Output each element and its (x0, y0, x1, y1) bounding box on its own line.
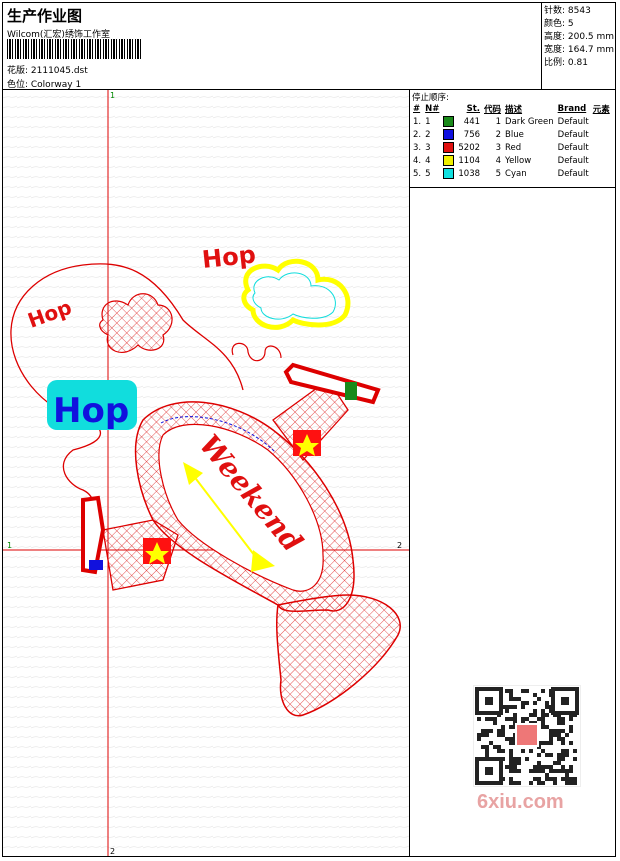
cell-n: 2 (425, 129, 431, 140)
color-swatch (443, 116, 455, 127)
table-row: 1. 1 441 1 Dark Green Default (411, 115, 612, 128)
colorway: 色位: Colorway 1 (7, 80, 82, 90)
stat-colors: 颜色: 5 (544, 19, 574, 29)
cell-element (591, 167, 612, 180)
cell-desc: Red (505, 142, 522, 153)
cell-n: 4 (425, 155, 431, 166)
table-row: 2. 2 756 2 Blue Default (411, 128, 612, 141)
axis-label-top: 1 (110, 91, 115, 100)
cell-element (591, 141, 612, 154)
cell-swatch (441, 167, 456, 180)
design-canvas: 1 2 1 2 Hop Hop Hop Weekend (3, 90, 410, 856)
col-element: 元素 (592, 104, 610, 115)
sheet-header: 生产作业图 Wilcom(汇宏)绣饰工作室 花版: 2111045.dst 色位… (3, 3, 615, 90)
design-stats: 针数: 8543 颜色: 5 高度: 200.5 mm 宽度: 164.7 mm… (541, 3, 615, 89)
cell-element (591, 154, 612, 167)
cell-code: 1 (495, 116, 502, 127)
table-row: 4. 4 1104 4 Yellow Default (411, 154, 612, 167)
table-row: 5. 5 1038 5 Cyan Default (411, 167, 612, 180)
color-swatch (443, 129, 455, 140)
cell-num: 3. (413, 142, 422, 153)
col-n: N# (425, 103, 440, 114)
axis-label-bottom: 2 (110, 847, 115, 856)
axis-label-left: 1 (7, 541, 12, 550)
cell-n: 1 (425, 116, 431, 127)
cell-swatch (441, 154, 456, 167)
hop-text-top: Hop (201, 241, 257, 274)
cell-element (591, 128, 612, 141)
cell-brand: Default (557, 168, 589, 179)
cell-code: 2 (495, 129, 502, 140)
cell-code: 5 (495, 168, 502, 179)
color-swatch (443, 155, 455, 166)
cell-brand: Default (557, 129, 589, 140)
cell-code: 4 (495, 155, 502, 166)
col-st: St. (466, 103, 481, 114)
cell-swatch (441, 115, 456, 128)
watermark-logo: 6xiu.com (477, 791, 564, 813)
cell-st: 5202 (458, 142, 481, 153)
cell-st: 1104 (458, 155, 481, 166)
col-code: 代码 (484, 104, 502, 115)
stop-sequence-table: # N# St. 代码 描述 Brand 元素 1. 1 441 1 Dark Gree… (411, 102, 612, 180)
col-brand: Brand (557, 103, 587, 114)
stat-stitches: 针数: 8543 (544, 6, 591, 16)
cell-n: 3 (425, 142, 431, 153)
col-desc: 描述 (505, 104, 523, 115)
stat-scale: 比例: 0.81 (544, 58, 588, 68)
cell-brand: Default (557, 142, 589, 153)
cell-brand: Default (557, 155, 589, 166)
design-file: 花版: 2111045.dst (7, 66, 88, 76)
cell-num: 1. (413, 116, 422, 127)
cell-desc: Dark Green (505, 116, 554, 127)
color-swatch (443, 142, 455, 153)
cell-brand: Default (557, 116, 589, 127)
thruster-blue-band (89, 560, 103, 570)
cell-desc: Cyan (505, 168, 527, 179)
col-num: # (413, 103, 421, 114)
stat-height: 高度: 200.5 mm (544, 32, 615, 42)
cell-desc: Yellow (505, 155, 532, 166)
cell-desc: Blue (505, 129, 524, 140)
color-swatch (443, 168, 455, 179)
barcode (7, 39, 141, 59)
stat-width: 宽度: 164.7 mm (544, 45, 615, 55)
cell-swatch (441, 128, 456, 141)
cell-st: 756 (463, 129, 481, 140)
table-row: 3. 3 5202 3 Red Default (411, 141, 612, 154)
cell-num: 2. (413, 129, 422, 140)
sheet-title: 生产作业图 (7, 7, 83, 25)
production-sheet: 生产作业图 Wilcom(汇宏)绣饰工作室 花版: 2111045.dst 色位… (2, 2, 616, 857)
thruster-green-band (345, 382, 357, 400)
cell-st: 1038 (458, 168, 481, 179)
qr-code-pattern (475, 687, 579, 785)
cell-code: 3 (495, 142, 502, 153)
cell-n: 5 (425, 168, 431, 179)
hop-text-cyan: Hop (53, 391, 129, 431)
cell-st: 441 (463, 116, 481, 127)
cell-num: 5. (413, 168, 422, 179)
axis-label-right: 2 (397, 541, 402, 550)
cell-swatch (441, 141, 456, 154)
cell-num: 4. (413, 155, 422, 166)
embroidery-preview: 1 2 1 2 Hop Hop Hop Weekend (3, 90, 409, 856)
cell-element (591, 115, 612, 128)
table-header-row: # N# St. 代码 描述 Brand 元素 (411, 102, 612, 115)
stop-sequence-panel: 停止顺序: # N# St. 代码 描述 Brand 元素 1. 1 441 1 Dar… (410, 90, 615, 188)
qr-code (473, 685, 581, 787)
col-swatch (441, 102, 456, 115)
